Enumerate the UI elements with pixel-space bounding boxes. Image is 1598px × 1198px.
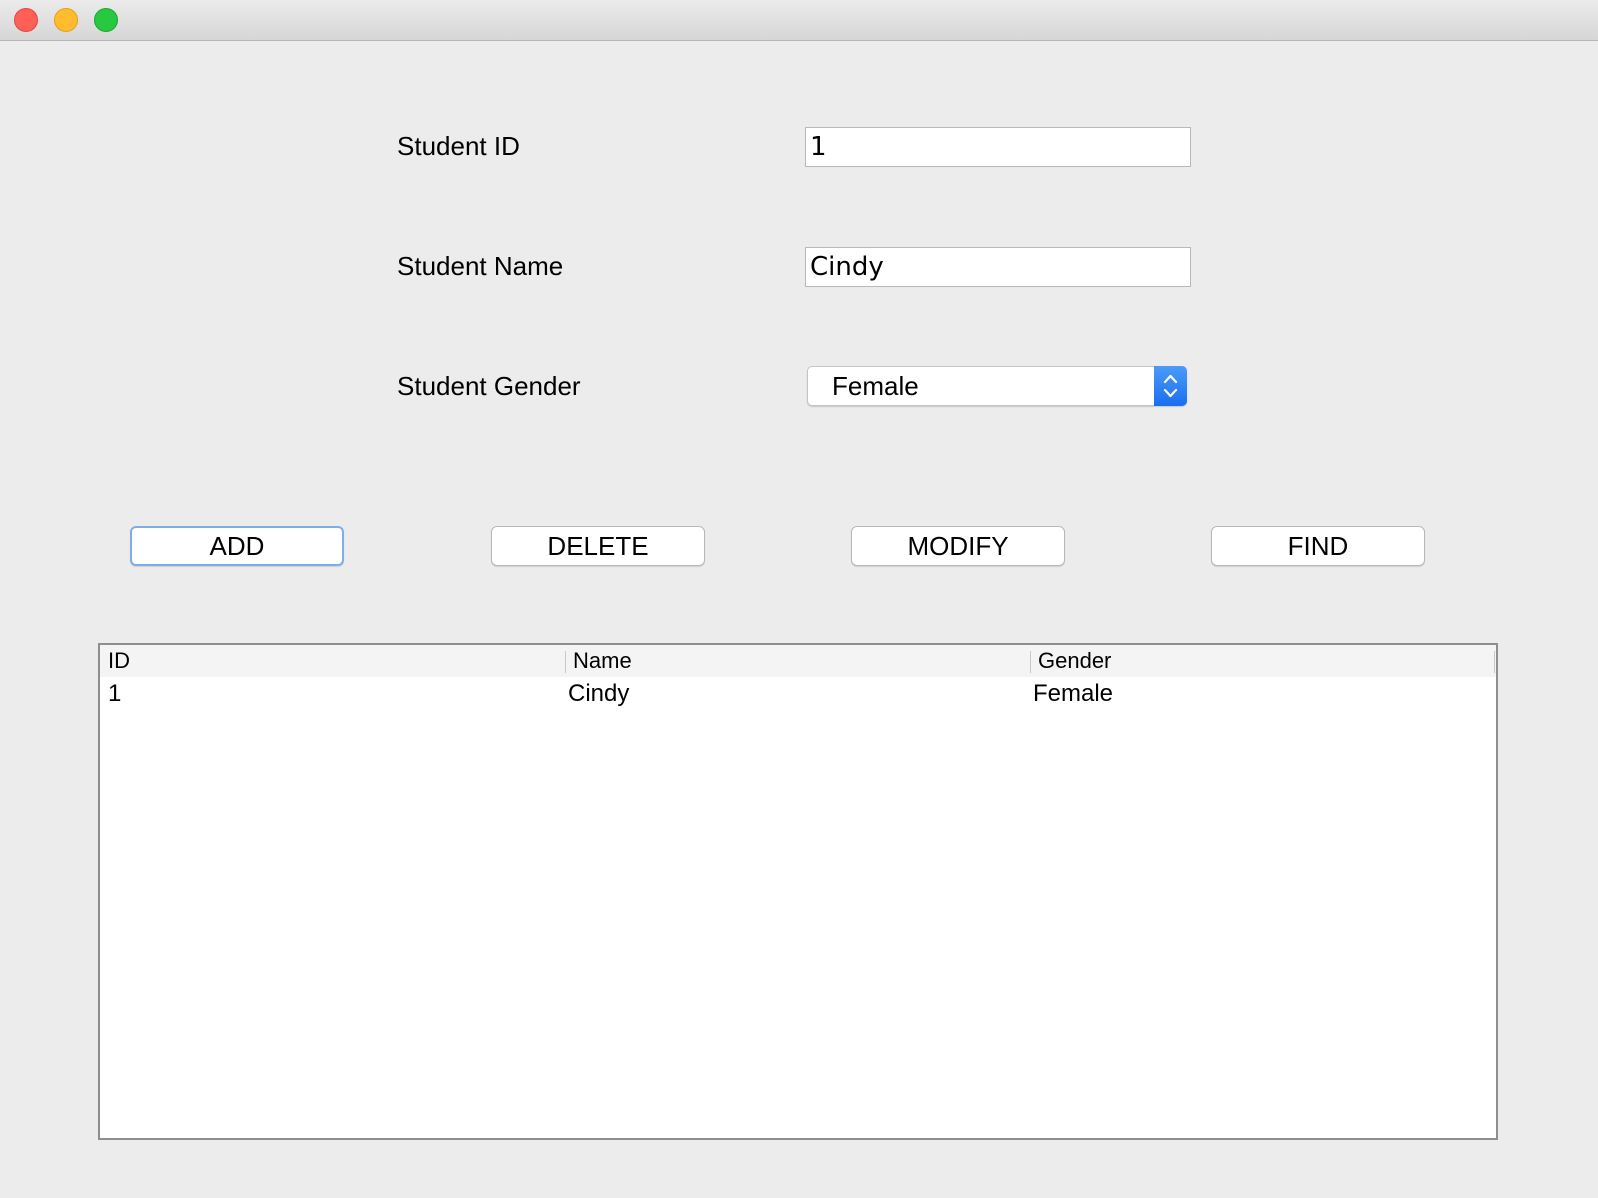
column-header-name[interactable]: Name <box>565 645 632 677</box>
column-header-id[interactable]: ID <box>100 645 130 677</box>
student-gender-selected-value: Female <box>832 371 919 401</box>
table-cell-name: Cindy <box>568 680 630 707</box>
student-name-input[interactable] <box>805 247 1191 287</box>
student-id-input[interactable] <box>805 127 1191 167</box>
chevron-up-down-icon <box>1163 374 1178 398</box>
column-divider <box>1494 651 1495 673</box>
modify-button[interactable]: MODIFY <box>851 526 1065 566</box>
maximize-window-button[interactable] <box>94 8 118 32</box>
delete-button[interactable]: DELETE <box>491 526 705 566</box>
add-button[interactable]: ADD <box>130 526 344 566</box>
find-button[interactable]: FIND <box>1211 526 1425 566</box>
student-gender-label: Student Gender <box>397 371 581 401</box>
student-name-label: Student Name <box>397 251 564 281</box>
table-cell-gender: Female <box>1033 680 1114 707</box>
table-cell-id: 1 <box>108 680 122 707</box>
close-window-button[interactable] <box>14 8 38 32</box>
column-header-gender[interactable]: Gender <box>1030 645 1111 677</box>
minimize-window-button[interactable] <box>54 8 78 32</box>
table-header: ID Name Gender <box>100 645 1496 677</box>
student-id-label: Student ID <box>397 131 520 161</box>
student-gender-select[interactable]: Female <box>807 366 1187 406</box>
select-stepper-arrows[interactable] <box>1154 366 1187 406</box>
table-row[interactable]: 1 Cindy Female <box>100 677 1496 711</box>
window-titlebar <box>0 0 1598 41</box>
student-table[interactable]: ID Name Gender 1 Cindy Female <box>98 643 1498 1140</box>
